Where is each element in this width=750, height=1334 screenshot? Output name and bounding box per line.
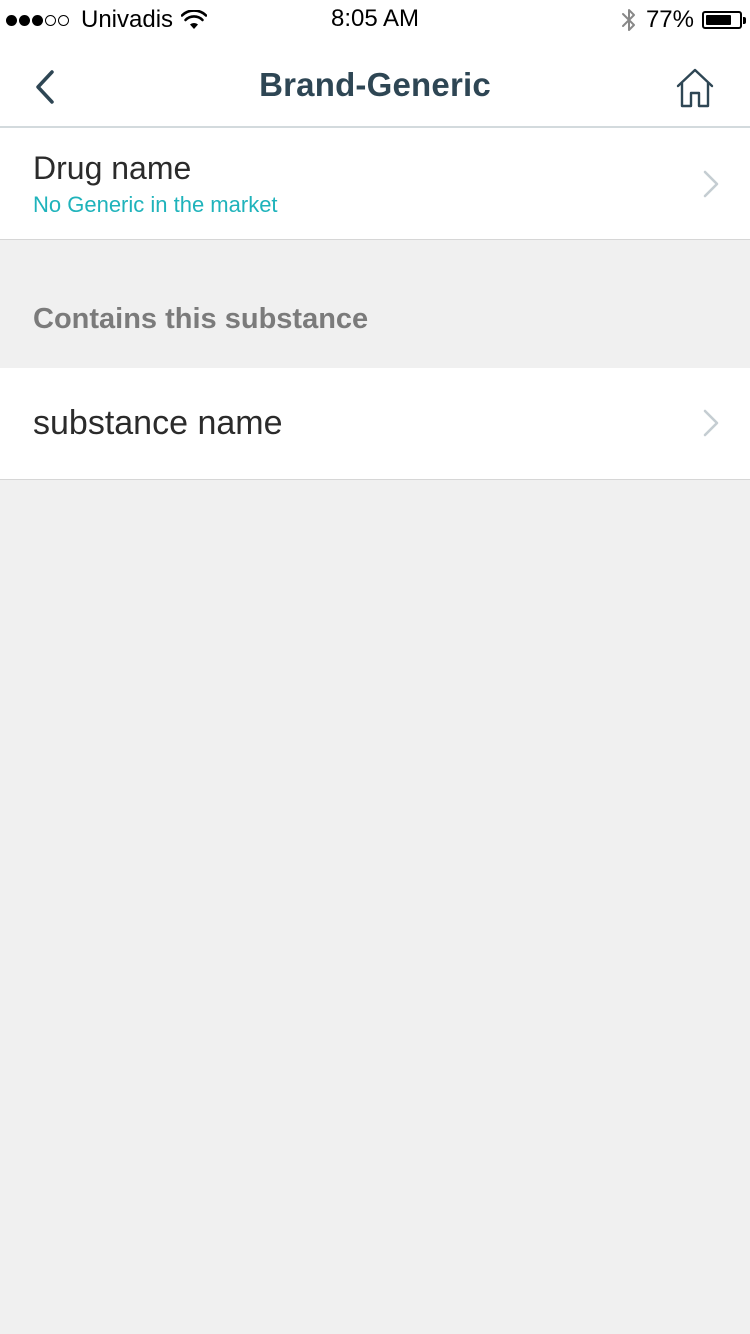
home-icon[interactable]: [674, 66, 716, 110]
substance-name-row[interactable]: substance name: [0, 368, 750, 480]
battery-tip: [743, 17, 746, 24]
status-right: 77%: [620, 5, 746, 35]
battery-icon: [702, 11, 746, 29]
substance-name-label: substance name: [33, 404, 283, 442]
drug-name-row[interactable]: Drug name No Generic in the market: [0, 128, 750, 240]
section-header: Contains this substance: [33, 303, 369, 335]
battery-level: [706, 15, 731, 25]
bluetooth-icon: [621, 9, 635, 31]
navigation-bar: Brand-Generic: [0, 40, 750, 128]
chevron-right-icon: [703, 170, 719, 198]
status-bar: Univadis 8:05 AM 77%: [0, 0, 750, 40]
page-title: Brand-Generic: [259, 66, 491, 103]
generic-status-text: No Generic in the market: [33, 192, 278, 217]
chevron-right-icon: [703, 409, 719, 437]
battery-percent: 77%: [645, 6, 694, 33]
drug-name-label: Drug name: [33, 150, 192, 186]
